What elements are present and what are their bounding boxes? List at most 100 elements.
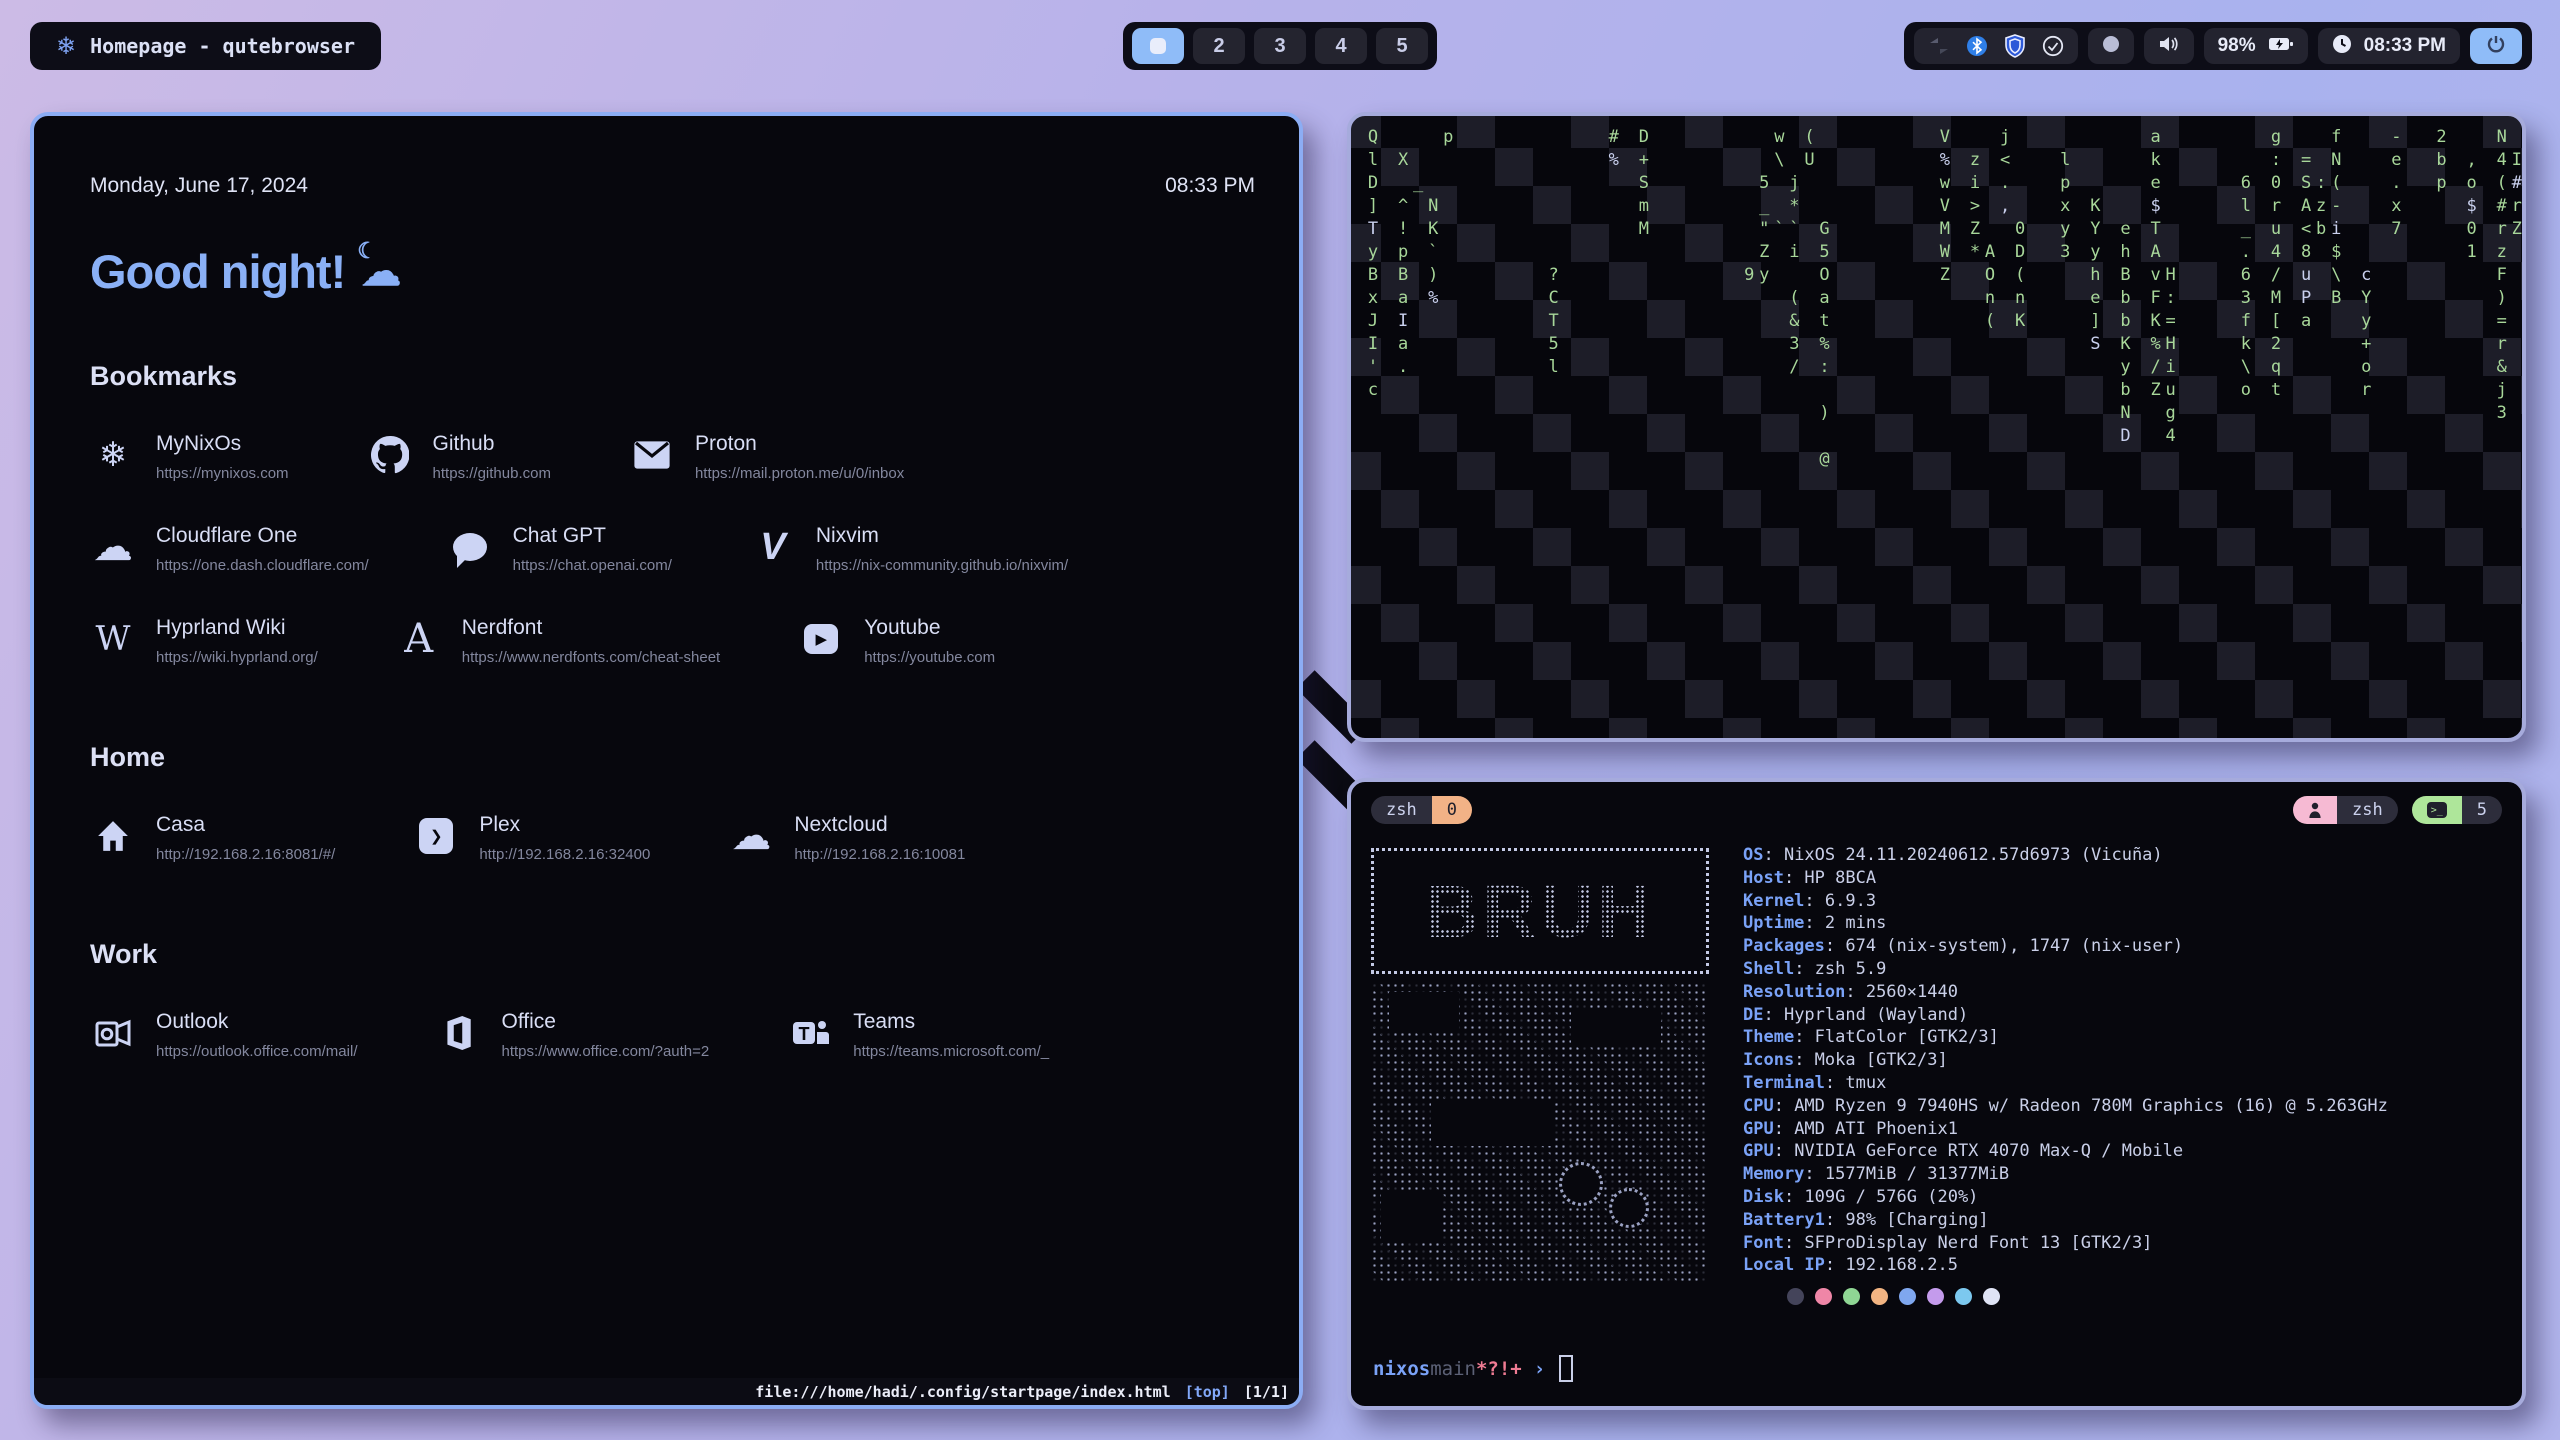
matrix-rain: QlD]TyBxJI'cX ^!pBaIa._NK`)%p?CT5l#%D+Sm… [1351, 116, 2522, 738]
workspace-button-4[interactable]: 4 [1315, 28, 1367, 64]
matrix-column: zi>Z* [1967, 149, 1983, 264]
fetch-info-line: Local IP: 192.168.2.5 [1743, 1254, 2388, 1277]
matrix-column: w\ ` [1771, 126, 1787, 241]
terminal-color-dots [1787, 1288, 2000, 1305]
fetch-info-line: Font: SFProDisplay Nerd Font 13 [GTK2/3] [1743, 1232, 2388, 1255]
matrix-column: ?CT5l [1546, 264, 1562, 379]
power-button[interactable] [2470, 28, 2522, 64]
cloud-icon: ☁ [728, 813, 774, 859]
bookmark-outlook[interactable]: Outlookhttps://outlook.office.com/mail/ [90, 1010, 357, 1074]
record-dot-icon [2102, 35, 2120, 58]
prompt-git-branch: main [1430, 1358, 1476, 1380]
tmux-status-pill: >_5 [2412, 796, 2502, 824]
matrix-column: V%wVMWZ [1937, 126, 1953, 287]
recorder-segment[interactable] [2088, 28, 2134, 64]
statusbar-url: file:///home/hadi/.config/startpage/inde… [755, 1383, 1170, 1401]
shell-prompt[interactable]: nixos main *?!+ › [1373, 1355, 1573, 1382]
sync-arrows-icon[interactable] [1928, 37, 1950, 55]
matrix-terminal-window[interactable]: QlD]TyBxJI'cX ^!pBaIa._NK`)%p?CT5l#%D+Sm… [1347, 112, 2526, 742]
color-dot [1843, 1288, 1860, 1305]
matrix-column: lpxy3 [2057, 149, 2073, 264]
section-title-work: Work [90, 939, 1255, 970]
matrix-column: H:=Hiug4 [2163, 264, 2179, 448]
bookmark-title: Cloudflare One [156, 524, 369, 548]
qutebrowser-window: Monday, June 17, 2024 08:33 PM Good nigh… [30, 112, 1303, 1409]
startpage-date: Monday, June 17, 2024 [90, 174, 308, 198]
bookmark-casa[interactable]: Casahttp://192.168.2.16:8081/#/ [90, 813, 335, 877]
tmux-window-index: 0 [1432, 796, 1472, 824]
ascii-art-title: BRUH [1425, 869, 1655, 954]
workspace-button-3[interactable]: 3 [1254, 28, 1306, 64]
bookmark-plex[interactable]: ❯Plexhttp://192.168.2.16:32400 [413, 813, 650, 877]
bookmark-teams[interactable]: TTeamshttps://teams.microsoft.com/_ [787, 1010, 1049, 1074]
bookmark-github[interactable]: Githubhttps://github.com [367, 432, 551, 496]
bookmark-title: Nextcloud [794, 813, 965, 837]
bookmark-cloudflare-one[interactable]: ☁Cloudflare Onehttps://one.dash.cloudfla… [90, 524, 369, 588]
tmux-session-pill[interactable]: zsh 0 [1371, 796, 1472, 824]
matrix-column: (U [1801, 126, 1817, 172]
fetch-info-line: Uptime: 2 mins [1743, 912, 2388, 935]
bookmark-title: Plex [479, 813, 650, 837]
system-tray-pill: 98% 08:33 PM [1904, 22, 2532, 70]
battery-icon [2268, 35, 2294, 58]
bookmark-proton[interactable]: Protonhttps://mail.proton.me/u/0/inbox [629, 432, 904, 496]
matrix-column: 6l_.63fk\o [2238, 172, 2254, 402]
bookmark-title: Nixvim [816, 524, 1068, 548]
workspace-button-1[interactable] [1132, 28, 1184, 64]
check-circle-icon[interactable] [2042, 35, 2064, 57]
bookmark-chat-gpt[interactable]: Chat GPThttps://chat.openai.com/ [447, 524, 672, 588]
bookmark-url: https://chat.openai.com/ [513, 557, 672, 574]
person-icon [2293, 796, 2337, 824]
letter-v-icon: V [750, 524, 796, 570]
tray-icons [1914, 28, 2078, 64]
fetch-info-line: Disk: 109G / 576G (20%) [1743, 1186, 2388, 1209]
bookmark-youtube[interactable]: ▶Youtubehttps://youtube.com [798, 616, 995, 680]
bookmark-office[interactable]: Officehttps://www.office.com/?auth=2 [435, 1010, 709, 1074]
matrix-column: KYyhe]S [2087, 195, 2103, 356]
letter-w-icon: W [90, 616, 136, 662]
clock-icon [2332, 34, 2352, 59]
statusbar-scroll-position: [top] [1185, 1383, 1230, 1401]
envelope-icon [629, 432, 675, 478]
matrix-column: G5Oat%: ) @ [1817, 218, 1833, 471]
fetch-info-line: Terminal: tmux [1743, 1072, 2388, 1095]
workspace-button-5[interactable]: 5 [1376, 28, 1428, 64]
bluetooth-icon[interactable] [1966, 35, 1988, 57]
volume-segment[interactable] [2144, 28, 2194, 64]
fetch-terminal-window[interactable]: zsh 0 zsh>_5 BRUH OS: NixOS 24.11.202406… [1347, 778, 2526, 1410]
bookmark-nextcloud[interactable]: ☁Nextcloudhttp://192.168.2.16:10081 [728, 813, 965, 877]
bookmark-url: https://www.office.com/?auth=2 [501, 1043, 709, 1060]
section-links: Casahttp://192.168.2.16:8081/#/ ❯Plexhttp… [90, 813, 1255, 877]
section-links: ❄MyNixOshttps://mynixos.com Githubhttps:/… [90, 432, 1255, 680]
tmux-statusbar: zsh 0 zsh >_5 [1371, 796, 2502, 824]
workspace-button-2[interactable]: 2 [1193, 28, 1245, 64]
tmux-right-status: zsh >_5 [2293, 796, 2502, 824]
matrix-column: :zb [2313, 172, 2329, 241]
matrix-column: 2bp [2434, 126, 2450, 195]
shield-icon[interactable] [2004, 34, 2026, 58]
bookmark-hyprland-wiki[interactable]: WHyprland Wikihttps://wiki.hyprland.org/ [90, 616, 318, 680]
prompt-host: nixos [1373, 1358, 1430, 1380]
bookmark-nerdfont[interactable]: ANerdfonthttps://www.nerdfonts.com/cheat… [396, 616, 720, 680]
matrix-column: cYy+or [2358, 264, 2374, 402]
color-dot [1983, 1288, 2000, 1305]
matrix-column: ehBbbKybND [2118, 218, 2134, 448]
matrix-column: fN(-i$\B [2328, 126, 2344, 310]
bookmark-mynixos[interactable]: ❄MyNixOshttps://mynixos.com [90, 432, 289, 496]
fetch-info-line: Host: HP 8BCA [1743, 867, 2388, 890]
battery-segment[interactable]: 98% [2204, 28, 2308, 64]
matrix-column: p [1440, 126, 1456, 149]
bookmark-title: Proton [695, 432, 904, 456]
matrix-column: g:0ru4/M[2qt [2268, 126, 2284, 402]
tmux-status-pill: zsh [2293, 796, 2398, 824]
clock-segment[interactable]: 08:33 PM [2318, 28, 2460, 64]
color-dot [1871, 1288, 1888, 1305]
house-icon [90, 813, 136, 859]
snowflake-icon: ❄ [90, 432, 136, 478]
matrix-column: _ [1410, 172, 1426, 195]
matrix-column: #% [1606, 126, 1622, 172]
matrix-column: NK`)% [1425, 195, 1441, 310]
bookmark-nixvim[interactable]: VNixvimhttps://nix-community.github.io/n… [750, 524, 1068, 588]
office-icon [435, 1010, 481, 1056]
matrix-column: QlD]TyBxJI'c [1365, 126, 1381, 402]
